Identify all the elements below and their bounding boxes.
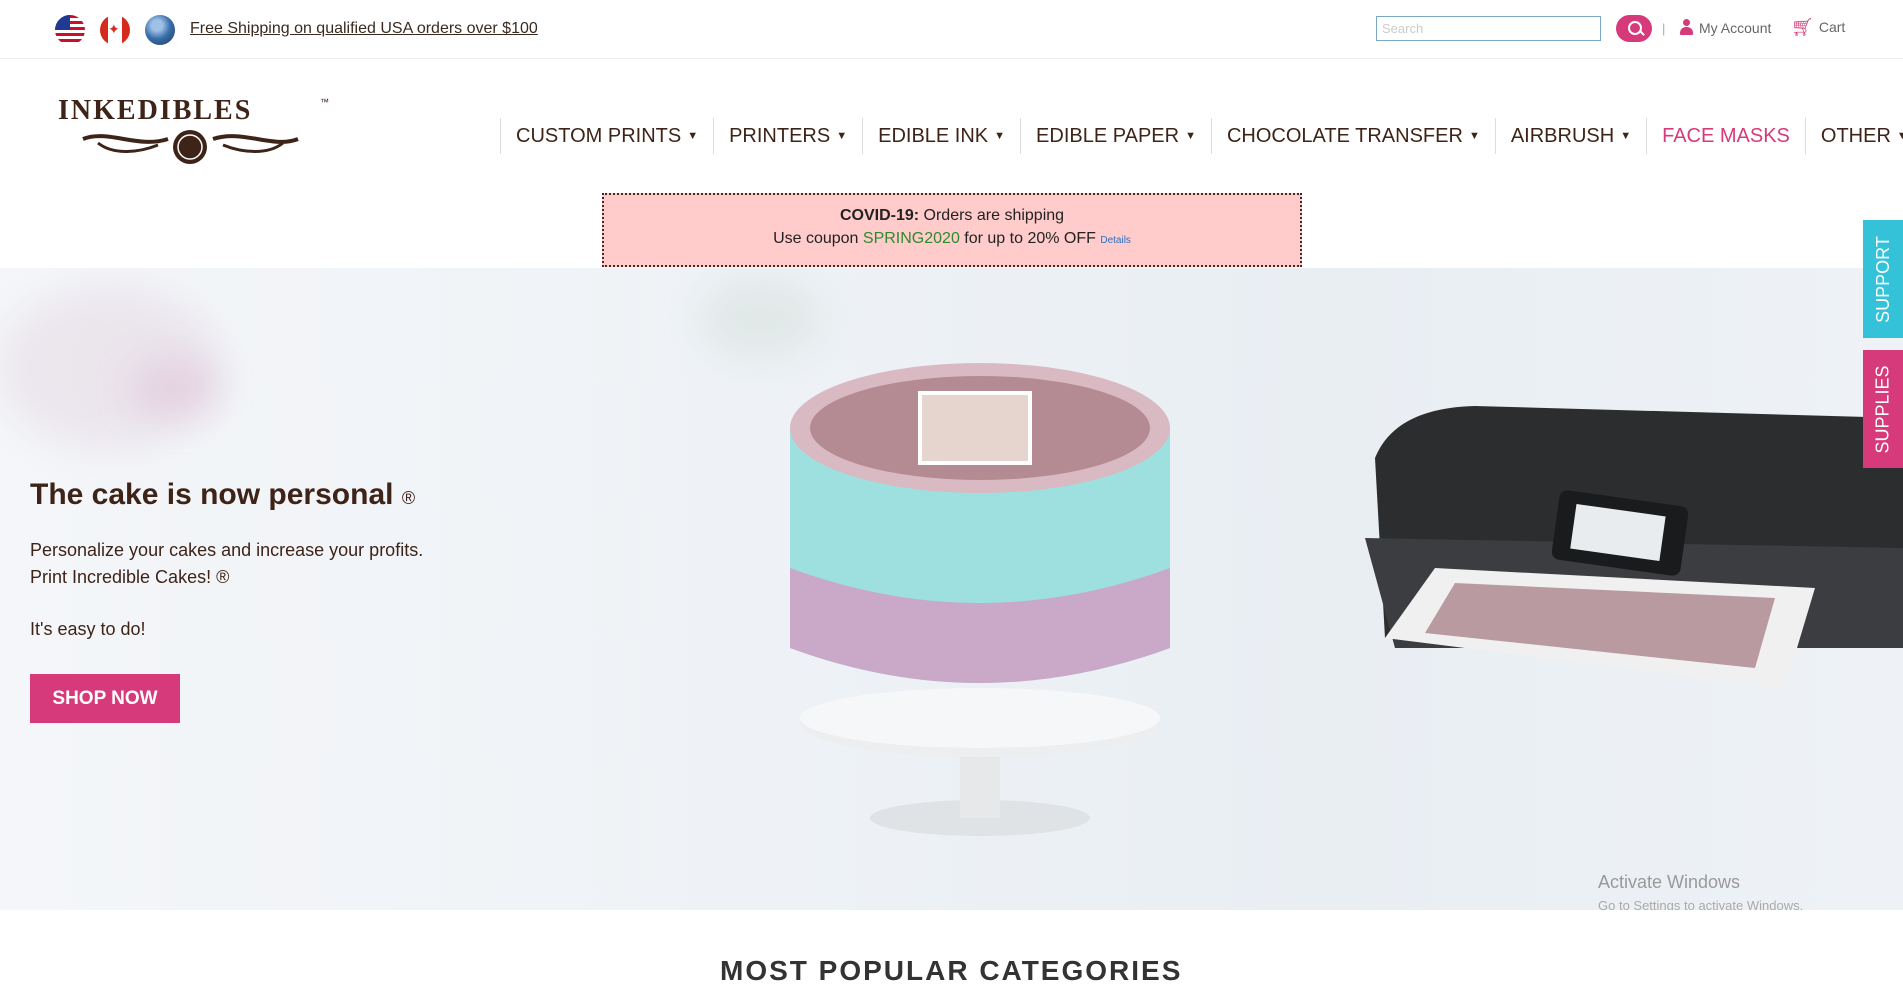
logo-trademark: ™	[320, 97, 329, 107]
separator: |	[1662, 21, 1666, 36]
hero-title: The cake is now personal ®	[30, 478, 415, 512]
nav-other[interactable]: OTHER ▼	[1804, 118, 1903, 154]
nav-custom-prints[interactable]: CUSTOM PRINTS ▼	[500, 118, 713, 154]
nav-label: CHOCOLATE TRANSFER	[1226, 124, 1463, 147]
cart-link[interactable]: 🛒︎ Cart	[1791, 17, 1846, 37]
nav-label: EDIBLE PAPER	[1036, 124, 1180, 147]
free-shipping-link[interactable]: Free Shipping on qualified USA orders ov…	[190, 20, 538, 38]
search-input[interactable]	[1376, 16, 1601, 41]
hero-title-text: The cake is now personal	[30, 478, 394, 511]
hero-subtitle-2: Print Incredible Cakes! ®	[30, 567, 230, 587]
supplies-tab-label: SUPPLIES	[1872, 364, 1893, 454]
main-nav: CUSTOM PRINTS ▼ PRINTERS ▼ EDIBLE INK ▼ EDI…	[500, 118, 1903, 154]
supplies-tab[interactable]: SUPPLIES	[1863, 350, 1903, 468]
user-icon	[1680, 19, 1693, 36]
caret-down-icon: ▼	[1620, 130, 1632, 142]
nav-edible-paper[interactable]: EDIBLE PAPER ▼	[1020, 118, 1211, 154]
nav-label: CUSTOM PRINTS	[516, 124, 682, 147]
popular-categories-title: MOST POPULAR CATEGORIES	[720, 955, 1183, 986]
nav-label: EDIBLE INK	[878, 124, 989, 147]
my-account-link[interactable]: My Account	[1680, 19, 1771, 36]
us-flag-icon[interactable]	[55, 15, 85, 45]
caret-down-icon: ▼	[1185, 130, 1196, 142]
nav-chocolate-transfer[interactable]: CHOCOLATE TRANSFER ▼	[1210, 118, 1495, 154]
coupon-code: SPRING2020	[862, 230, 960, 247]
hero-subtitle-1: Personalize your cakes and increase your…	[30, 540, 424, 560]
hero-banner: The cake is now personal ® Personalize y…	[0, 268, 1903, 910]
cake-image	[790, 363, 1170, 836]
nav-edible-ink[interactable]: EDIBLE INK ▼	[862, 118, 1020, 154]
details-link[interactable]: Details	[1100, 235, 1131, 246]
activate-windows-title: Activate Windows	[1598, 872, 1741, 892]
cart-icon: 🛒︎	[1791, 17, 1814, 37]
my-account-label: My Account	[1699, 19, 1772, 36]
inkedibles-logo[interactable]: INKEDIBLES ™	[58, 95, 333, 170]
activate-windows-subtitle: Go to Settings to activate Windows.	[1598, 898, 1804, 910]
hero-subtitle-3: It's easy to do!	[30, 619, 146, 639]
cart-label: Cart	[1818, 19, 1846, 35]
search-button[interactable]	[1616, 15, 1652, 42]
world-icon[interactable]	[145, 15, 175, 45]
covid-title: COVID-19:	[839, 207, 920, 224]
nav-airbrush[interactable]: AIRBRUSH ▼	[1494, 118, 1646, 154]
support-tab[interactable]: SUPPORT	[1863, 220, 1903, 338]
covid-title-rest: Orders are shipping	[919, 207, 1065, 224]
canada-flag-icon[interactable]: ✦	[100, 15, 130, 45]
background-blur	[700, 278, 820, 358]
background-blur	[130, 358, 220, 418]
support-tab-label: SUPPORT	[1872, 235, 1893, 323]
nav-face-masks[interactable]: FACE MASKS	[1646, 118, 1805, 154]
shop-now-button[interactable]: SHOP NOW	[30, 674, 180, 723]
printer-image	[1365, 406, 1903, 688]
caret-down-icon: ▼	[836, 130, 848, 142]
caret-down-icon: ▼	[1468, 130, 1480, 142]
logo-text: INKEDIBLES	[58, 95, 253, 126]
caret-down-icon: ▼	[687, 130, 699, 142]
nav-label: FACE MASKS	[1662, 124, 1790, 147]
nav-printers[interactable]: PRINTERS ▼	[713, 118, 862, 154]
logo-flourish	[82, 130, 299, 164]
nav-label: OTHER	[1820, 124, 1891, 147]
coupon-suffix: for up to 20% OFF	[959, 230, 1096, 247]
top-bar: ✦ Free Shipping on qualified USA orders …	[0, 0, 1903, 59]
nav-label: PRINTERS	[729, 124, 831, 147]
caret-down-icon: ▼	[1896, 130, 1903, 142]
nav-label: AIRBRUSH	[1510, 124, 1615, 147]
covid-banner: COVID-19: Orders are shipping Use coupon…	[602, 193, 1302, 267]
caret-down-icon: ▼	[994, 130, 1006, 142]
coupon-prefix: Use coupon	[773, 230, 863, 247]
registered-mark: ®	[401, 488, 416, 508]
